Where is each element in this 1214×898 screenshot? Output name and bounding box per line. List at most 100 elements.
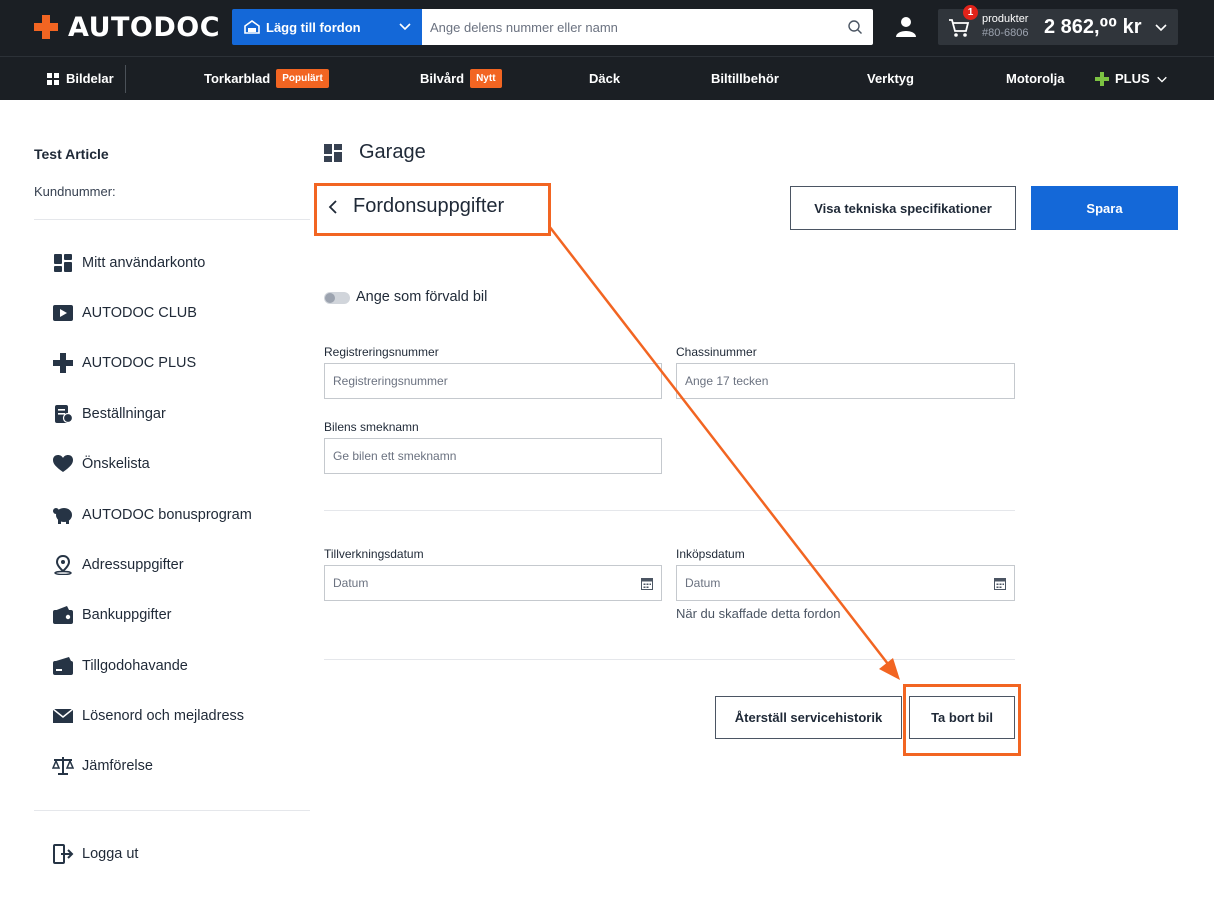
- cart-total: 2 862,⁰⁰ kr: [1044, 16, 1142, 38]
- nav-item-bildelar[interactable]: Bildelar: [47, 57, 114, 100]
- dashboard-icon: [324, 143, 342, 162]
- search-box: [422, 9, 873, 45]
- sidebar-item-label: AUTODOC PLUS: [82, 355, 197, 371]
- section-divider: [324, 659, 1015, 660]
- scales-icon: [52, 757, 74, 775]
- piggy-bank-icon: [53, 508, 72, 524]
- nav-item-dack[interactable]: Däck: [589, 57, 620, 100]
- nav-label: Biltillbehör: [711, 71, 779, 86]
- sidebar-item-account[interactable]: Mitt användarkonto: [52, 251, 205, 275]
- sidebar-item-label: Adressuppgifter: [82, 557, 184, 573]
- highlight-box-delete: [903, 684, 1021, 756]
- page-title-text: Garage: [359, 141, 426, 163]
- page-title: Garage: [324, 141, 426, 164]
- add-vehicle-label: Lägg till fordon: [266, 19, 361, 35]
- calendar-icon[interactable]: [994, 577, 1006, 590]
- nickname-label: Bilens smeknamn: [324, 420, 419, 434]
- manufacture-date-input[interactable]: [333, 576, 629, 590]
- save-button[interactable]: Spara: [1031, 186, 1178, 230]
- purchase-date-field: [676, 565, 1015, 601]
- nav-label: Verktyg: [867, 71, 914, 86]
- sidebar-item-label: Beställningar: [82, 406, 166, 422]
- nav-item-plus[interactable]: PLUS: [1095, 57, 1168, 100]
- customer-number-label: Kundnummer:: [34, 184, 116, 199]
- nav-label: Däck: [589, 71, 621, 86]
- sidebar-item-credit[interactable]: Tillgodohavande: [52, 654, 188, 678]
- cart-order-number: #80-6806: [982, 27, 1029, 39]
- chevron-down-icon: [1156, 76, 1167, 83]
- dashboard-icon: [54, 254, 72, 272]
- sidebar-item-bonus[interactable]: AUTODOC bonusprogram: [52, 503, 252, 527]
- section-divider: [324, 510, 1015, 511]
- location-pin-icon: [54, 555, 72, 575]
- credit-card-icon: [53, 657, 73, 675]
- vin-field: [676, 363, 1015, 399]
- tech-specs-button[interactable]: Visa tekniska specifikationer: [790, 186, 1016, 230]
- nav-divider: [125, 65, 126, 93]
- sidebar-item-password[interactable]: Lösenord och mejladress: [52, 704, 244, 728]
- nickname-input[interactable]: [333, 449, 629, 463]
- nav-item-motorolja[interactable]: Motorolja: [1006, 57, 1065, 100]
- default-car-toggle[interactable]: [324, 292, 350, 304]
- sidebar-item-label: Tillgodohavande: [82, 658, 188, 674]
- popular-tag: Populärt: [276, 69, 329, 88]
- orders-icon: [55, 405, 74, 424]
- calendar-icon[interactable]: [641, 577, 653, 590]
- sidebar-item-label: Önskelista: [82, 456, 150, 472]
- category-nav: Bildelar Torkarblad Populärt Bilvård Nyt…: [0, 56, 1214, 100]
- nav-item-bilvard[interactable]: Bilvård Nytt: [420, 57, 502, 100]
- add-vehicle-button[interactable]: Lägg till fordon: [232, 9, 422, 45]
- nav-item-biltillbehor[interactable]: Biltillbehör: [711, 57, 779, 100]
- chevron-down-icon: [399, 23, 411, 31]
- cart-icon: [949, 19, 970, 37]
- purchase-date-hint: När du skaffade detta fordon: [676, 606, 841, 621]
- autodoc-logo[interactable]: AUTODOC: [34, 11, 221, 43]
- sidebar-item-label: Jämförelse: [82, 758, 153, 774]
- search-input[interactable]: [430, 19, 830, 35]
- purchase-date-input[interactable]: [685, 576, 982, 590]
- sidebar-item-plus[interactable]: AUTODOC PLUS: [52, 351, 196, 375]
- heart-icon: [53, 455, 73, 472]
- nav-item-torkarblad[interactable]: Torkarblad Populärt: [204, 57, 329, 100]
- nav-item-verktyg[interactable]: Verktyg: [867, 57, 914, 100]
- sidebar-item-label: AUTODOC CLUB: [82, 305, 197, 321]
- logout-button[interactable]: Logga ut: [52, 842, 138, 866]
- logo-text: AUTODOC: [68, 11, 221, 43]
- reset-service-history-button[interactable]: Återställ servicehistorik: [715, 696, 902, 739]
- sidebar-divider: [34, 219, 310, 220]
- reg-input[interactable]: [333, 374, 629, 388]
- chevron-down-icon: [1155, 24, 1167, 32]
- purchase-date-label: Inköpsdatum: [676, 547, 745, 561]
- sidebar-item-label: Bankuppgifter: [82, 607, 172, 623]
- sidebar-item-label: Mitt användarkonto: [82, 255, 206, 271]
- logout-label: Logga ut: [82, 846, 139, 862]
- cart-button[interactable]: 1 produkter #80-6806 2 862,⁰⁰ kr: [938, 5, 1178, 45]
- nav-label: PLUS: [1115, 71, 1150, 86]
- plus-icon: [53, 353, 73, 373]
- sidebar-item-bank[interactable]: Bankuppgifter: [52, 603, 171, 627]
- garage-icon: [244, 20, 260, 34]
- nav-label: Bildelar: [66, 71, 114, 86]
- wallet-icon: [53, 606, 73, 624]
- sidebar-item-orders[interactable]: Beställningar: [52, 402, 166, 426]
- reg-label: Registreringsnummer: [324, 345, 439, 359]
- mail-icon: [52, 708, 74, 723]
- arrow-head: [879, 658, 900, 680]
- new-tag: Nytt: [470, 69, 502, 88]
- sidebar-item-compare[interactable]: Jämförelse: [52, 754, 153, 778]
- logout-icon: [53, 844, 74, 864]
- user-icon[interactable]: [894, 14, 918, 38]
- vin-input[interactable]: [685, 374, 982, 388]
- sidebar-divider: [34, 810, 310, 811]
- sidebar-item-address[interactable]: Adressuppgifter: [52, 553, 184, 577]
- manufacture-date-field: [324, 565, 662, 601]
- sidebar-item-label: AUTODOC bonusprogram: [82, 507, 252, 523]
- grid-icon: [47, 72, 59, 85]
- plus-icon: [1095, 71, 1109, 86]
- sidebar-item-wishlist[interactable]: Önskelista: [52, 452, 150, 476]
- nav-label: Torkarblad: [204, 71, 271, 86]
- search-icon[interactable]: [847, 19, 863, 35]
- nav-label: Motorolja: [1006, 71, 1065, 86]
- nav-label: Bilvård: [420, 71, 465, 86]
- sidebar-item-club[interactable]: AUTODOC CLUB: [52, 301, 197, 325]
